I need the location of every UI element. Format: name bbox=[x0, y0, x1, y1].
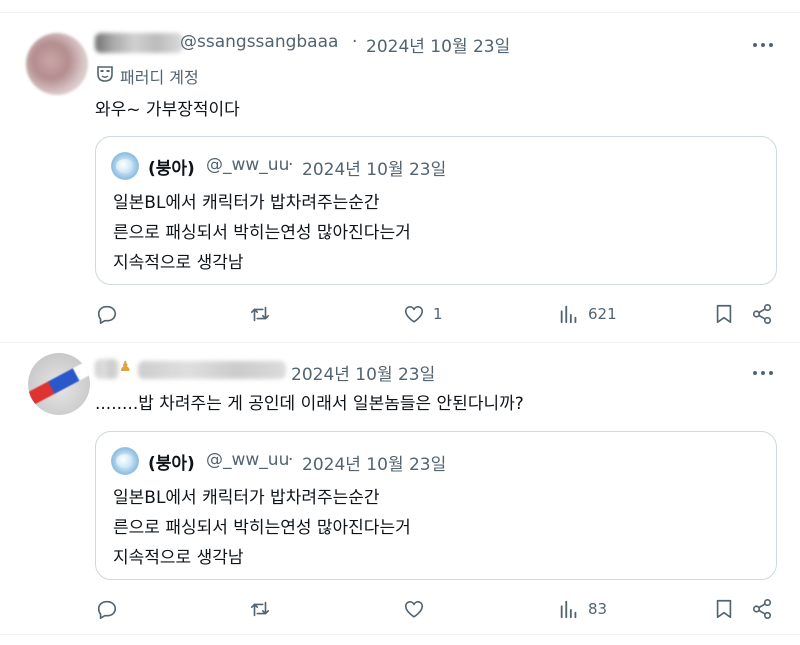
quote-handle: @_ww_uu bbox=[206, 155, 290, 175]
quote-text-line: 지속적으로 생각남 bbox=[113, 253, 244, 273]
retweet-button[interactable] bbox=[248, 594, 280, 624]
quote-date: 2024년 10월 23일 bbox=[302, 455, 447, 475]
bookmark-button[interactable] bbox=[713, 594, 735, 624]
reply-button[interactable] bbox=[96, 594, 126, 624]
more-icon[interactable] bbox=[753, 368, 775, 378]
view-count: 83 bbox=[588, 600, 608, 618]
like-icon bbox=[404, 601, 424, 618]
quote-text-line: 른으로 패싱되서 박히는연성 많아진다는거 bbox=[113, 223, 411, 243]
retweet-icon bbox=[250, 601, 270, 617]
avatar[interactable] bbox=[28, 353, 90, 415]
action-bar: 1 621 bbox=[0, 299, 800, 329]
quote-author-name: (붕아) bbox=[148, 454, 195, 474]
quote-text-line: 른으로 패싱되서 박히는연성 많아진다는거 bbox=[113, 518, 411, 538]
views-button[interactable]: 83 bbox=[558, 594, 607, 624]
tweet-date[interactable]: 2024년 10월 23일 bbox=[366, 32, 510, 57]
share-button[interactable] bbox=[751, 299, 773, 329]
display-name-blurred[interactable] bbox=[95, 359, 119, 379]
divider bbox=[0, 634, 800, 635]
quote-date: 2024년 10월 23일 bbox=[302, 160, 447, 180]
quote-avatar bbox=[111, 152, 139, 180]
reply-button[interactable] bbox=[96, 299, 126, 329]
quote-text-line: 일본BL에서 캐릭터가 밥차려주는순간 bbox=[113, 193, 380, 213]
avatar[interactable] bbox=[26, 33, 88, 95]
quote-text-line: 일본BL에서 캐릭터가 밥차려주는순간 bbox=[113, 488, 380, 508]
quote-tweet[interactable]: (붕아) @_ww_uu · 2024년 10월 23일 일본BL에서 캐릭터가… bbox=[95, 136, 777, 285]
views-icon bbox=[560, 600, 577, 619]
separator: · bbox=[288, 155, 294, 175]
quote-handle: @_ww_uu bbox=[206, 450, 290, 470]
action-bar: 83 bbox=[0, 594, 800, 624]
views-button[interactable]: 621 bbox=[558, 299, 617, 329]
quote-avatar bbox=[111, 447, 139, 475]
tweet-date[interactable]: 2024년 10월 23일 bbox=[291, 360, 435, 385]
user-handle[interactable]: @ssangssangbaaa bbox=[180, 32, 338, 52]
bookmark-icon bbox=[716, 599, 732, 619]
emoji-icon: ♟ bbox=[119, 359, 132, 375]
share-icon bbox=[752, 599, 772, 619]
quote-text-line: 지속적으로 생각남 bbox=[113, 548, 244, 568]
separator: · bbox=[352, 32, 358, 52]
view-count: 621 bbox=[588, 305, 617, 323]
reply-icon bbox=[97, 600, 117, 619]
like-icon bbox=[404, 306, 424, 323]
like-button[interactable] bbox=[403, 594, 433, 624]
bookmark-button[interactable] bbox=[713, 299, 735, 329]
more-icon[interactable] bbox=[753, 40, 775, 50]
share-icon bbox=[752, 304, 772, 324]
user-handle-blurred[interactable] bbox=[138, 361, 286, 379]
tweet-text: 와우~ 가부장적이다 bbox=[95, 100, 240, 120]
reply-icon bbox=[97, 305, 117, 324]
tweet[interactable]: ♟ 2024년 10월 23일 ........밥 차려주는 게 공인데 이래서… bbox=[0, 342, 800, 635]
parody-label: 패러디 계정 bbox=[120, 68, 199, 87]
quote-tweet[interactable]: (붕아) @_ww_uu · 2024년 10월 23일 일본BL에서 캐릭터가… bbox=[95, 431, 777, 580]
quote-author-name: (붕아) bbox=[148, 159, 195, 179]
tweet-text: ........밥 차려주는 게 공인데 이래서 일본놈들은 안된다니까? bbox=[95, 394, 524, 414]
views-icon bbox=[560, 305, 577, 324]
share-button[interactable] bbox=[751, 594, 773, 624]
parody-mask-icon bbox=[97, 66, 113, 82]
separator: · bbox=[288, 450, 294, 470]
retweet-icon bbox=[250, 306, 270, 322]
retweet-button[interactable] bbox=[248, 299, 280, 329]
like-count: 1 bbox=[433, 305, 443, 323]
tweet[interactable]: @ssangssangbaaa · 2024년 10월 23일 패러디 계정 와… bbox=[0, 12, 800, 343]
like-button[interactable]: 1 bbox=[403, 299, 443, 329]
display-name-blurred[interactable] bbox=[95, 33, 183, 53]
bookmark-icon bbox=[716, 304, 732, 324]
